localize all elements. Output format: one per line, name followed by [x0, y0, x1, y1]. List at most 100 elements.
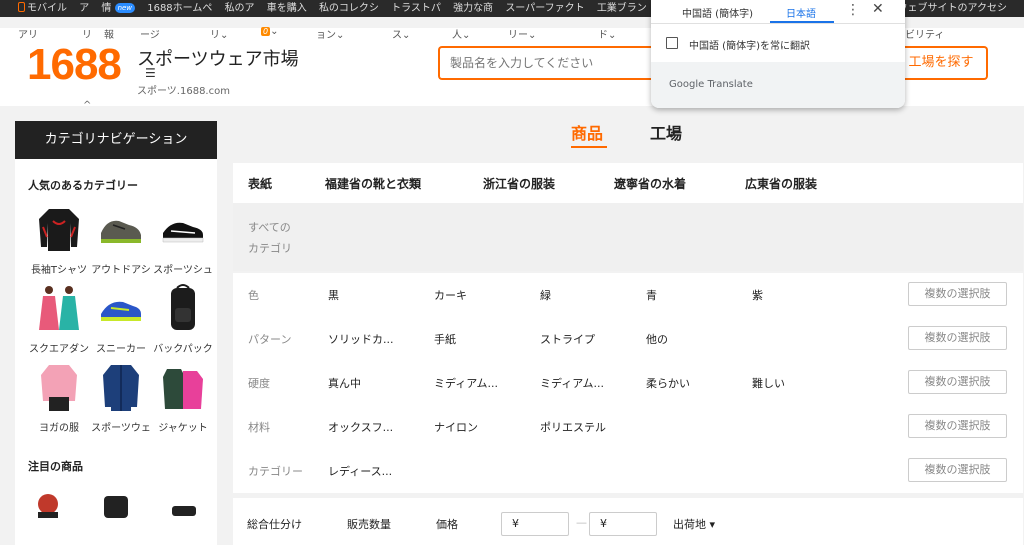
multi-select-button[interactable]: 複数の選択肢: [908, 414, 1007, 438]
target-language-tab[interactable]: 日本語: [786, 5, 816, 20]
subnav-item[interactable]: リー⌄: [508, 26, 536, 41]
topbar-link-industrial[interactable]: 工業ブラン: [597, 0, 647, 17]
divider: [651, 23, 905, 24]
filter-option[interactable]: ソリッドカ...: [328, 331, 394, 347]
filter-option[interactable]: 難しい: [752, 375, 785, 391]
yoga-wear-image: [37, 361, 81, 413]
subnav-item[interactable]: リ: [82, 26, 92, 41]
category-link[interactable]: 広東省の服装: [745, 175, 817, 192]
subnav-item[interactable]: ビリティ: [905, 26, 944, 41]
count-badge: 0: [261, 27, 271, 36]
filter-option[interactable]: 他の: [646, 331, 668, 347]
price-range-dash: —: [576, 516, 587, 529]
featured-product-image[interactable]: [96, 488, 136, 518]
category-item[interactable]: スポーツウェ: [90, 361, 152, 434]
category-item-label: ヨガの服: [39, 423, 79, 434]
multi-select-button[interactable]: 複数の選択肢: [908, 282, 1007, 306]
topbar-link-homepage[interactable]: 1688ホームペ: [147, 0, 212, 17]
translate-popup: 中国語 (簡体字) 日本語 ⋮ ✕ 中国語 (簡体字)を常に翻訳 Google …: [651, 0, 905, 108]
multi-select-button[interactable]: 複数の選択肢: [908, 326, 1007, 350]
category-item[interactable]: アウトドアシ: [90, 203, 152, 276]
subnav-item[interactable]: リ⌄: [210, 26, 228, 41]
search-input[interactable]: [440, 48, 668, 78]
outdoor-shoe-image: [99, 203, 143, 255]
category-item[interactable]: 長袖Tシャツ: [28, 203, 90, 276]
sort-overall[interactable]: 総合仕分け: [247, 516, 302, 532]
filter-option[interactable]: カーキ: [434, 287, 467, 303]
always-translate-checkbox[interactable]: [666, 37, 678, 49]
filter-row-pattern: パターン ソリッドカ... 手紙 ストライプ 他の 複数の選択肢: [233, 317, 1023, 361]
tab-products[interactable]: 商品: [571, 120, 603, 144]
origin-dropdown[interactable]: 出荷地 ▾: [673, 516, 715, 532]
collapse-caret-icon[interactable]: ^: [83, 100, 91, 111]
topbar-link-1[interactable]: ア: [79, 0, 89, 17]
filter-option[interactable]: 緑: [540, 287, 551, 303]
logo[interactable]: 1688: [27, 40, 122, 90]
mobile-link[interactable]: モバイル: [18, 0, 67, 17]
category-nav-header[interactable]: カテゴリナビゲーション: [15, 121, 217, 159]
sports-shoe-image: [161, 203, 205, 255]
category-link[interactable]: 表紙: [248, 175, 272, 192]
category-link[interactable]: 福建省の靴と衣類: [325, 175, 421, 192]
filter-label: パターン: [248, 333, 292, 346]
more-options-icon[interactable]: ⋮: [846, 2, 860, 18]
search-button[interactable]: 工場を探す: [896, 46, 988, 80]
category-link[interactable]: 浙江省の服装: [483, 175, 555, 192]
subnav-item[interactable]: 報: [104, 26, 114, 41]
topbar-link-accessibility[interactable]: ウェブサイトのアクセシ: [898, 0, 1008, 17]
category-item-label: ジャケット: [158, 423, 208, 434]
tab-factories[interactable]: 工場: [650, 120, 682, 144]
subnav-item[interactable]: ス⌄: [392, 26, 410, 41]
filter-option[interactable]: 手紙: [434, 331, 456, 347]
topbar-link-2[interactable]: 情 new: [101, 0, 136, 17]
category-item-label: アウトドアシ: [91, 265, 151, 276]
category-link[interactable]: 遼寧省の水着: [614, 175, 686, 192]
featured-product-image[interactable]: [164, 488, 204, 518]
filter-option[interactable]: ミディアム...: [434, 375, 498, 391]
search-box: [438, 46, 668, 80]
filter-option[interactable]: レディース...: [328, 463, 392, 479]
subnav-item[interactable]: アリ: [18, 26, 38, 41]
subnav-item[interactable]: 人⌄: [452, 26, 470, 41]
subnav-item[interactable]: ョン⌄: [316, 26, 344, 41]
backpack-image: [161, 282, 205, 334]
category-item[interactable]: スニーカー: [90, 282, 152, 355]
topbar-link-buy[interactable]: 車を購入: [267, 0, 307, 17]
source-language-tab[interactable]: 中国語 (簡体字): [682, 5, 753, 20]
category-item[interactable]: バックパック: [152, 282, 214, 355]
featured-product-image[interactable]: [28, 488, 68, 518]
price-max-input[interactable]: ¥: [589, 512, 657, 536]
category-item[interactable]: ジャケット: [152, 361, 214, 434]
subnav-item[interactable]: 0 ⌄: [261, 26, 278, 37]
filter-option[interactable]: オックスフ...: [328, 419, 393, 435]
category-item[interactable]: ヨガの服: [28, 361, 90, 434]
filter-option[interactable]: 青: [646, 287, 657, 303]
topbar-link-collection[interactable]: 私のコレクシ: [319, 0, 379, 17]
sort-price[interactable]: 価格: [436, 516, 458, 532]
menu-icon[interactable]: ☰: [145, 66, 156, 80]
subnav-item[interactable]: ージ: [140, 26, 160, 41]
close-icon[interactable]: ✕: [872, 1, 884, 17]
category-item[interactable]: スポーツシュ: [152, 203, 214, 276]
price-min-input[interactable]: ¥: [501, 512, 569, 536]
filter-option[interactable]: ナイロン: [434, 419, 478, 435]
filter-option[interactable]: 紫: [752, 287, 763, 303]
category-item[interactable]: スクエアダン: [28, 282, 90, 355]
topbar-link-my-account[interactable]: 私のア: [225, 0, 255, 17]
multi-select-button[interactable]: 複数の選択肢: [908, 370, 1007, 394]
multi-select-button[interactable]: 複数の選択肢: [908, 458, 1007, 482]
filter-option[interactable]: ストライプ: [540, 331, 595, 347]
topbar-link-trust[interactable]: トラストパ: [391, 0, 441, 17]
topbar-link-strong[interactable]: 強力な商: [453, 0, 493, 17]
all-categories-link[interactable]: すべての カテゴリ: [248, 217, 292, 259]
filter-option[interactable]: 黒: [328, 287, 339, 303]
filter-option[interactable]: ミディアム...: [540, 375, 604, 391]
filter-panel: 色 黒 カーキ 緑 青 紫 複数の選択肢 パターン ソリッドカ... 手紙 スト…: [233, 273, 1023, 493]
sort-sales[interactable]: 販売数量: [347, 516, 391, 532]
sneaker-image: [99, 282, 143, 334]
subnav-item[interactable]: ド⌄: [598, 26, 616, 41]
filter-option[interactable]: ポリエステル: [540, 419, 606, 435]
filter-option[interactable]: 真ん中: [328, 375, 361, 391]
filter-option[interactable]: 柔らかい: [646, 375, 690, 391]
topbar-link-superfactory[interactable]: スーパーファクト: [505, 0, 584, 17]
